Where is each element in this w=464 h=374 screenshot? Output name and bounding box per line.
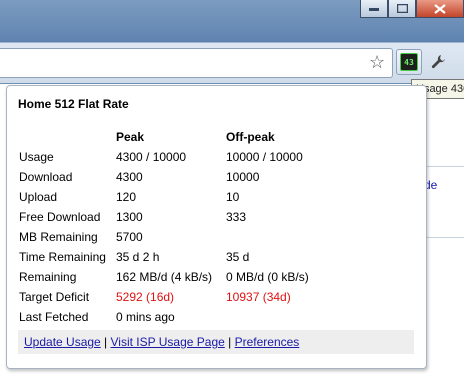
- table-row-upload: Upload 120 10: [19, 187, 336, 207]
- usage-extension-button[interactable]: 43: [396, 49, 422, 75]
- maximize-icon: [396, 4, 408, 13]
- table-header-row: Peak Off-peak: [19, 127, 336, 147]
- offpeak-value: 10000 / 10000: [226, 150, 303, 164]
- close-icon: [434, 3, 446, 14]
- peak-value: 35 d 2 h: [116, 250, 160, 264]
- peak-value: 4300: [116, 170, 143, 184]
- peak-value: 1300: [116, 210, 143, 224]
- row-label: MB Remaining: [19, 230, 98, 244]
- peak-value: 120: [116, 190, 137, 204]
- separator: |: [100, 335, 111, 349]
- bookmark-star-icon[interactable]: ☆: [369, 53, 385, 71]
- preferences-link[interactable]: Preferences: [235, 335, 300, 349]
- wrench-menu-button[interactable]: [428, 51, 450, 73]
- peak-value: 5292 (16d): [116, 290, 175, 304]
- browser-toolbar: [0, 42, 464, 83]
- offpeak-value: 0 MB/d (0 kB/s): [226, 270, 309, 284]
- table-row-usage: Usage 4300 / 10000 10000 / 10000: [19, 147, 336, 167]
- update-usage-link[interactable]: Update Usage: [24, 335, 101, 349]
- row-label: Target Deficit: [19, 290, 90, 304]
- offpeak-value: 333: [226, 210, 247, 224]
- peak-value: 5700: [116, 230, 143, 244]
- row-label: Remaining: [19, 270, 77, 284]
- offpeak-value: 35 d: [226, 250, 250, 264]
- offpeak-value: [226, 227, 336, 247]
- row-label: Time Remaining: [19, 250, 106, 264]
- maximize-button[interactable]: [388, 0, 416, 18]
- row-label: Download: [19, 170, 73, 184]
- header-peak: Peak: [116, 130, 145, 144]
- offpeak-value: 10000: [226, 170, 260, 184]
- header-blank: [19, 127, 116, 147]
- window-title-bar: [0, 0, 464, 42]
- peak-value: 4300 / 10000: [116, 150, 187, 164]
- offpeak-value: [226, 307, 336, 327]
- close-button[interactable]: [416, 0, 464, 18]
- peak-value: 162 MB/d (4 kB/s): [116, 270, 213, 284]
- table-row-mb-remaining: MB Remaining 5700: [19, 227, 336, 247]
- usage-table: Peak Off-peak Usage 4300 / 10000 10000 /…: [19, 127, 336, 327]
- usage-meter-icon: 43: [400, 53, 418, 71]
- row-label: Upload: [19, 190, 58, 204]
- usage-popup: Home 512 Flat Rate Peak Off-peak Usage 4…: [6, 85, 427, 369]
- visit-isp-link[interactable]: Visit ISP Usage Page: [111, 335, 225, 349]
- row-label: Last Fetched: [19, 310, 89, 324]
- address-bar[interactable]: [0, 48, 393, 78]
- wrench-icon: [431, 55, 445, 69]
- table-row-last-fetched: Last Fetched 0 mins ago: [19, 307, 336, 327]
- plan-title: Home 512 Flat Rate: [18, 97, 129, 111]
- minimize-button[interactable]: [360, 0, 388, 18]
- offpeak-value: 10937 (34d): [226, 290, 291, 304]
- table-row-download: Download 4300 10000: [19, 167, 336, 187]
- separator: |: [224, 335, 235, 349]
- table-row-time-remaining: Time Remaining 35 d 2 h 35 d: [19, 247, 336, 267]
- row-label: Free Download: [19, 210, 101, 224]
- popup-footer: Update Usage | Visit ISP Usage Page | Pr…: [18, 330, 414, 354]
- peak-value: 0 mins ago: [116, 310, 175, 324]
- minimize-icon: [369, 7, 379, 11]
- offpeak-value: 10: [226, 190, 240, 204]
- table-row-free-download: Free Download 1300 333: [19, 207, 336, 227]
- row-label: Usage: [19, 150, 54, 164]
- header-offpeak: Off-peak: [226, 130, 275, 144]
- table-row-target-deficit: Target Deficit 5292 (16d) 10937 (34d): [19, 287, 336, 307]
- window-controls: [360, 0, 464, 18]
- table-row-remaining: Remaining 162 MB/d (4 kB/s) 0 MB/d (0 kB…: [19, 267, 336, 287]
